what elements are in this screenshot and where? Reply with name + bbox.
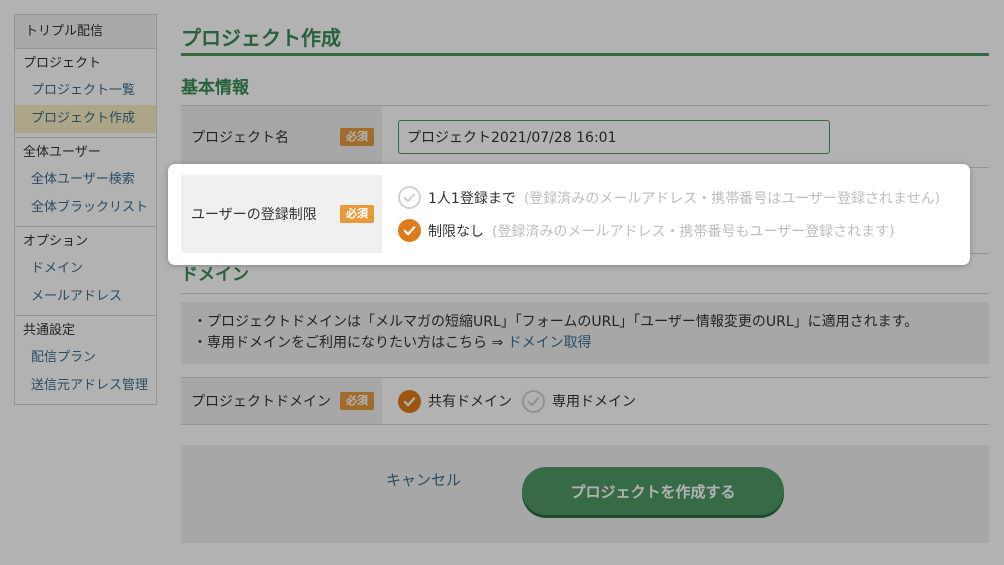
required-badge: 必須 (340, 205, 374, 223)
shared-domain-label: 共有ドメイン (428, 394, 512, 410)
sidebar-item-mail-address[interactable]: メールアドレス (15, 283, 156, 311)
sidebar-group-common: 共通設定 配信プラン 送信元アドレス管理 (15, 316, 156, 404)
page-title: プロジェクト作成 (181, 0, 989, 56)
project-name-label-cell: プロジェクト名 必須 (181, 106, 382, 167)
sidebar-item-domain[interactable]: ドメイン (15, 255, 156, 283)
project-domain-label: プロジェクトドメイン (191, 394, 331, 410)
check-icon (398, 219, 421, 242)
registration-limit-label: ユーザーの登録制限 (191, 207, 317, 223)
project-domain-row: プロジェクトドメイン 必須 共有ドメイン 専用ドメイン (181, 377, 989, 425)
registration-limit-label-cell: ユーザーの登録制限 必須 (181, 175, 382, 253)
check-icon (398, 186, 421, 209)
domain-info-line1: ・プロジェクトドメインは「メルマガの短縮URL」「フォームのURL」「ユーザー情… (193, 314, 919, 330)
sidebar-item-delivery-plan[interactable]: 配信プラン (15, 344, 156, 372)
sidebar-group-title: 共通設定 (23, 323, 76, 338)
registration-limit-row: ユーザーの登録制限 必須 1人1登録まで (登録済みのメールアドレス・携帯番号は… (181, 175, 957, 253)
project-name-input[interactable] (398, 119, 830, 154)
sidebar-group-title: プロジェクト (23, 56, 102, 71)
project-name-label: プロジェクト名 (191, 129, 289, 146)
check-icon (398, 389, 421, 413)
dedicated-domain-label: 専用ドメイン (552, 394, 636, 410)
no-limit-note: (登録済みのメールアドレス・携帯番号もユーザー登録されます) (492, 223, 895, 240)
sidebar-group-project: プロジェクト プロジェクト一覧 プロジェクト作成 (15, 49, 156, 138)
project-name-row: プロジェクト名 必須 (181, 106, 989, 168)
one-per-user-note: (登録済みのメールアドレス・携帯番号はユーザー登録されません) (523, 190, 941, 207)
domain-info-line2: ・専用ドメインをご利用になりたい方はこちら ⇒ ドメイン取得 (193, 333, 977, 354)
sidebar-item-project-list[interactable]: プロジェクト一覧 (15, 77, 156, 105)
domain-acquire-link[interactable]: ドメイン取得 (508, 335, 592, 351)
sidebar-group-users: 全体ユーザー 全体ユーザー検索 全体ブラックリスト (15, 138, 156, 227)
create-project-button[interactable]: プロジェクトを作成する (522, 467, 784, 515)
no-limit-label: 制限なし (428, 223, 484, 240)
one-per-user-radio[interactable]: 1人1登録まで (登録済みのメールアドレス・携帯番号はユーザー登録されません) (398, 186, 940, 209)
shared-domain-radio[interactable]: 共有ドメイン (398, 389, 512, 413)
domain-info-box: ・プロジェクトドメインは「メルマガの短縮URL」「フォームのURL」「ユーザー情… (181, 302, 989, 364)
project-name-value-cell (382, 119, 989, 154)
one-per-user-label: 1人1登録まで (428, 190, 516, 207)
domain-info-line2-prefix: ・専用ドメインをご利用になりたい方はこちら ⇒ (193, 335, 508, 351)
sidebar-group-title: オプション (23, 234, 89, 249)
sidebar-group-title: 全体ユーザー (23, 145, 101, 160)
sidebar-group-options: オプション ドメイン メールアドレス (15, 227, 156, 316)
registration-limit-options: 1人1登録まで (登録済みのメールアドレス・携帯番号はユーザー登録されません) … (398, 186, 940, 242)
main-content: プロジェクト作成 基本情報 プロジェクト名 必須 ドメイン ・プロジェクトドメイ… (181, 0, 989, 543)
highlight-popup: ユーザーの登録制限 必須 1人1登録まで (登録済みのメールアドレス・携帯番号は… (168, 164, 970, 265)
required-badge: 必須 (340, 392, 374, 410)
sidebar-item-user-search[interactable]: 全体ユーザー検索 (15, 166, 156, 194)
sidebar: トリプル配信 プロジェクト プロジェクト一覧 プロジェクト作成 全体ユーザー 全… (14, 14, 157, 405)
registration-limit-value-cell: 1人1登録まで (登録済みのメールアドレス・携帯番号はユーザー登録されません) … (382, 186, 957, 242)
no-limit-radio[interactable]: 制限なし (登録済みのメールアドレス・携帯番号もユーザー登録されます) (398, 219, 940, 242)
sidebar-item-project-create[interactable]: プロジェクト作成 (15, 105, 156, 133)
project-domain-label-cell: プロジェクトドメイン 必須 (181, 378, 382, 424)
check-icon (522, 389, 545, 413)
cancel-link[interactable]: キャンセル (386, 469, 461, 490)
required-badge: 必須 (340, 127, 374, 146)
basic-info-title: 基本情報 (181, 56, 989, 106)
project-domain-value-cell: 共有ドメイン 専用ドメイン (382, 389, 989, 413)
dedicated-domain-radio[interactable]: 専用ドメイン (522, 389, 636, 413)
sidebar-item-sender-address[interactable]: 送信元アドレス管理 (15, 372, 156, 400)
sidebar-header: トリプル配信 (15, 15, 156, 49)
form-footer: キャンセル プロジェクトを作成する (181, 445, 989, 543)
sidebar-item-blacklist[interactable]: 全体ブラックリスト (15, 194, 156, 222)
